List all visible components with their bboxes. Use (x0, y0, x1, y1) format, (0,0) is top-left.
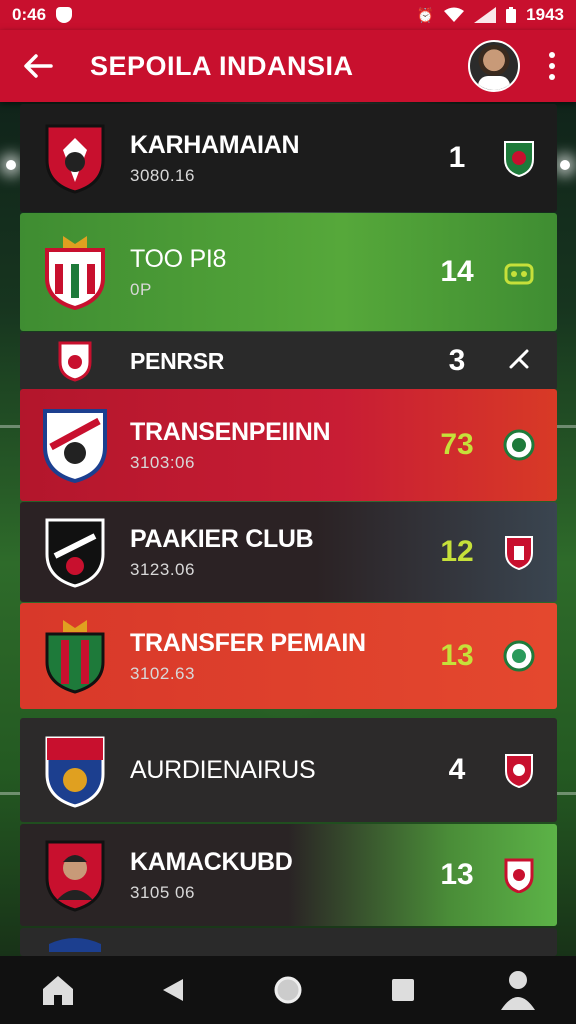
match-date: 3103:06 (130, 452, 195, 472)
floodlight (560, 160, 570, 170)
match-date: 3080.16 (130, 165, 195, 185)
league-badge (495, 248, 543, 296)
team-crest (20, 407, 130, 483)
status-battery-text: 1943 (526, 5, 564, 24)
match-row[interactable]: PAAKIER CLUB 3123.06 12 (20, 502, 557, 602)
match-date: 3102.63 (130, 663, 195, 683)
club-crest-icon (45, 518, 105, 588)
match-row[interactable]: KAMACKUBD 3105 06 13 (20, 824, 557, 926)
league-badge-icon (505, 754, 533, 788)
match-row[interactable]: PENRSR 3 (20, 332, 557, 390)
square-recents-icon (392, 979, 415, 1001)
league-badge (495, 134, 543, 182)
club-crest-icon (45, 236, 105, 310)
nav-recents-button[interactable] (373, 960, 433, 1020)
player-crest-icon (45, 840, 105, 912)
match-score: 13 (440, 639, 474, 672)
league-badge (495, 851, 543, 899)
status-time: 0:46 (12, 5, 47, 24)
match-date: 0P (130, 279, 152, 299)
team-name: KAMACKUBD (130, 847, 293, 876)
nav-profile-button[interactable] (488, 960, 548, 1020)
back-button[interactable] (20, 48, 56, 84)
match-score: 73 (440, 428, 474, 461)
match-row[interactable]: AURDIENAIRUS 4 (20, 718, 557, 822)
club-crest-icon (45, 620, 105, 694)
team-crest (20, 932, 130, 952)
status-bar: 0:46 ⏰ 1943 (0, 0, 576, 30)
match-score: 14 (440, 255, 474, 288)
team-name: TRANSENPEIINN (130, 417, 331, 446)
league-badge-icon (504, 858, 534, 893)
team-crest (20, 516, 130, 588)
share-button[interactable] (495, 337, 543, 385)
arrow-left-icon (24, 54, 53, 78)
team-crest (20, 838, 130, 912)
club-crest-icon (43, 409, 107, 483)
app-bar: SEPOILA INDANSIA (0, 30, 576, 102)
league-badge-icon (504, 263, 534, 285)
nav-home-button[interactable] (28, 960, 88, 1020)
league-badge-icon (505, 536, 533, 570)
team-crest (20, 618, 130, 694)
match-score: 13 (440, 858, 474, 891)
profile-icon (501, 971, 536, 1010)
floodlight (6, 160, 16, 170)
club-crest-icon (49, 938, 101, 952)
system-nav-bar (0, 956, 576, 1024)
nav-circle-button[interactable] (258, 960, 318, 1020)
club-crest-icon (45, 736, 105, 808)
league-badge (495, 421, 543, 469)
match-row-partial[interactable] (20, 928, 557, 956)
circle-home-icon (274, 976, 302, 1004)
shield-notification-icon (56, 7, 73, 23)
club-crest-icon (58, 341, 92, 382)
match-score: 4 (448, 753, 466, 786)
match-score: 1 (448, 141, 466, 174)
team-crest (20, 234, 130, 310)
battery-icon (506, 7, 517, 23)
match-score: 3 (448, 344, 466, 377)
match-row[interactable]: TOO PI8 0P 14 (20, 213, 557, 331)
team-name: PAAKIER CLUB (130, 524, 314, 553)
match-score: 12 (440, 535, 474, 568)
team-name: TRANSFER PEMAIN (130, 628, 366, 657)
league-badge-icon (504, 141, 534, 177)
league-badge (495, 632, 543, 680)
league-badge-icon (503, 429, 535, 461)
alarm-icon: ⏰ (416, 6, 435, 23)
user-avatar[interactable] (468, 40, 520, 92)
more-vertical-icon (549, 52, 555, 58)
nav-back-button[interactable] (143, 960, 203, 1020)
match-date: 3123.06 (130, 559, 195, 579)
league-badge-icon (503, 640, 535, 672)
team-crest (20, 340, 130, 382)
team-crest (20, 122, 130, 194)
team-name: KARHAMAIAN (130, 130, 300, 159)
wifi-icon (444, 7, 465, 22)
team-crest (20, 732, 130, 808)
match-date: 3105 06 (130, 882, 195, 902)
team-name: PENRSR (130, 347, 225, 374)
league-badge (495, 528, 543, 576)
home-icon (42, 976, 73, 1005)
match-row[interactable]: TRANSENPEIINN 3103:06 73 (20, 389, 557, 501)
signal-icon (474, 7, 497, 23)
league-badge (495, 746, 543, 794)
team-name: TOO PI8 (130, 244, 227, 273)
team-name: AURDIENAIRUS (130, 755, 316, 784)
back-triangle-icon (162, 979, 183, 1001)
match-row[interactable]: KARHAMAIAN 3080.16 1 (20, 104, 557, 212)
page-title: SEPOILA INDANSIA (90, 50, 354, 81)
more-options-button[interactable] (548, 52, 556, 80)
club-crest-icon (45, 124, 105, 194)
match-row[interactable]: TRANSFER PEMAIN 3102.63 13 (20, 603, 557, 709)
share-icon (509, 349, 529, 369)
